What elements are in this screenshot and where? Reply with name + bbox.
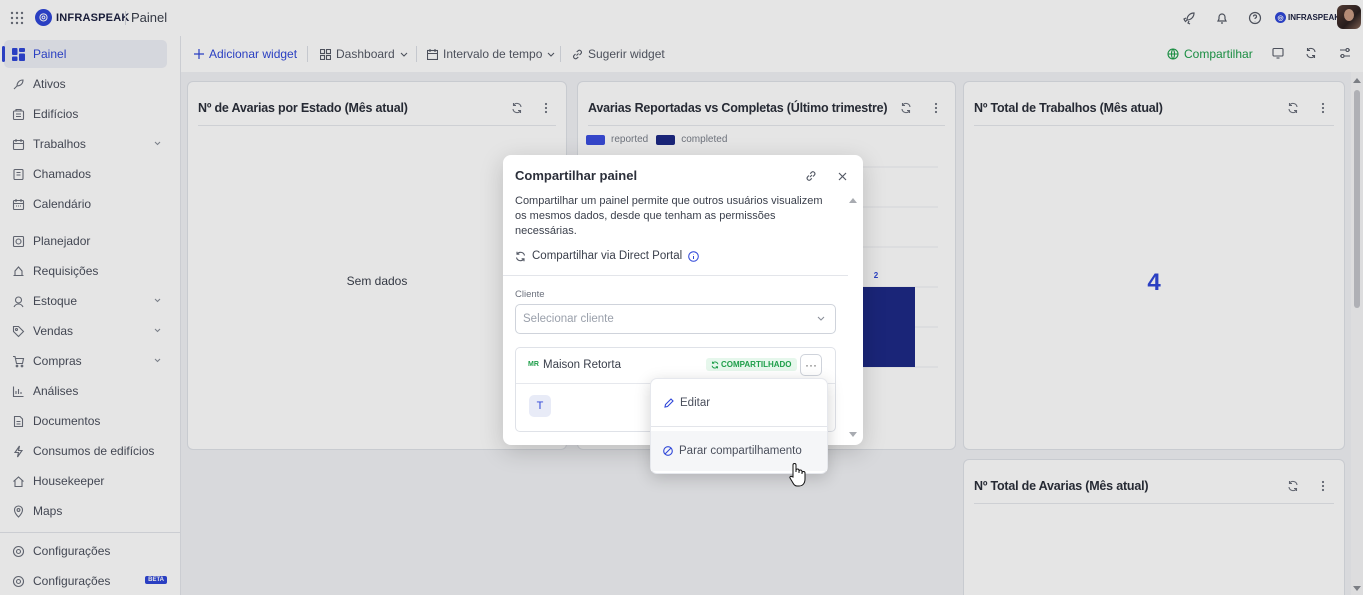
info-icon[interactable] (688, 250, 699, 262)
scroll-down-icon[interactable] (849, 432, 857, 438)
direct-portal-toggle[interactable]: Compartilhar via Direct Portal (515, 250, 699, 262)
client-options-menu: Editar Parar compartilhamento (650, 378, 828, 474)
menu-divider (651, 426, 827, 427)
edit-label: Editar (680, 397, 711, 409)
sync-icon (711, 361, 719, 368)
shared-status-badge: COMPARTILHADO (706, 358, 797, 371)
user-initial-avatar: T (529, 395, 551, 417)
modal-divider (503, 275, 848, 276)
client-select[interactable]: Selecionar cliente (515, 304, 836, 334)
client-label: Cliente (515, 289, 545, 300)
hand-cursor-icon (789, 463, 806, 487)
stop-sharing-label: Parar compartilhamento (679, 445, 802, 457)
modal-description: Compartilhar um painel permite que outro… (515, 195, 823, 237)
edit-menu-item[interactable]: Editar (651, 383, 827, 423)
client-name: Maison Retorta (543, 359, 621, 371)
close-icon[interactable] (838, 172, 847, 181)
chevron-down-icon (817, 316, 825, 321)
client-select-placeholder: Selecionar cliente (523, 313, 614, 325)
sync-icon (515, 251, 526, 261)
scroll-up-icon[interactable] (849, 197, 857, 203)
shared-status-label: COMPARTILHADO (721, 360, 792, 369)
block-icon (663, 446, 673, 456)
copy-link-icon[interactable] (805, 170, 817, 182)
modal-title: Compartilhar painel (515, 168, 638, 183)
pencil-icon (664, 397, 674, 408)
direct-portal-label: Compartilhar via Direct Portal (532, 250, 683, 262)
modal-scrollbar[interactable] (849, 197, 857, 442)
client-options-button[interactable]: ··· (800, 354, 822, 376)
client-initials-badge: MR (528, 361, 539, 368)
